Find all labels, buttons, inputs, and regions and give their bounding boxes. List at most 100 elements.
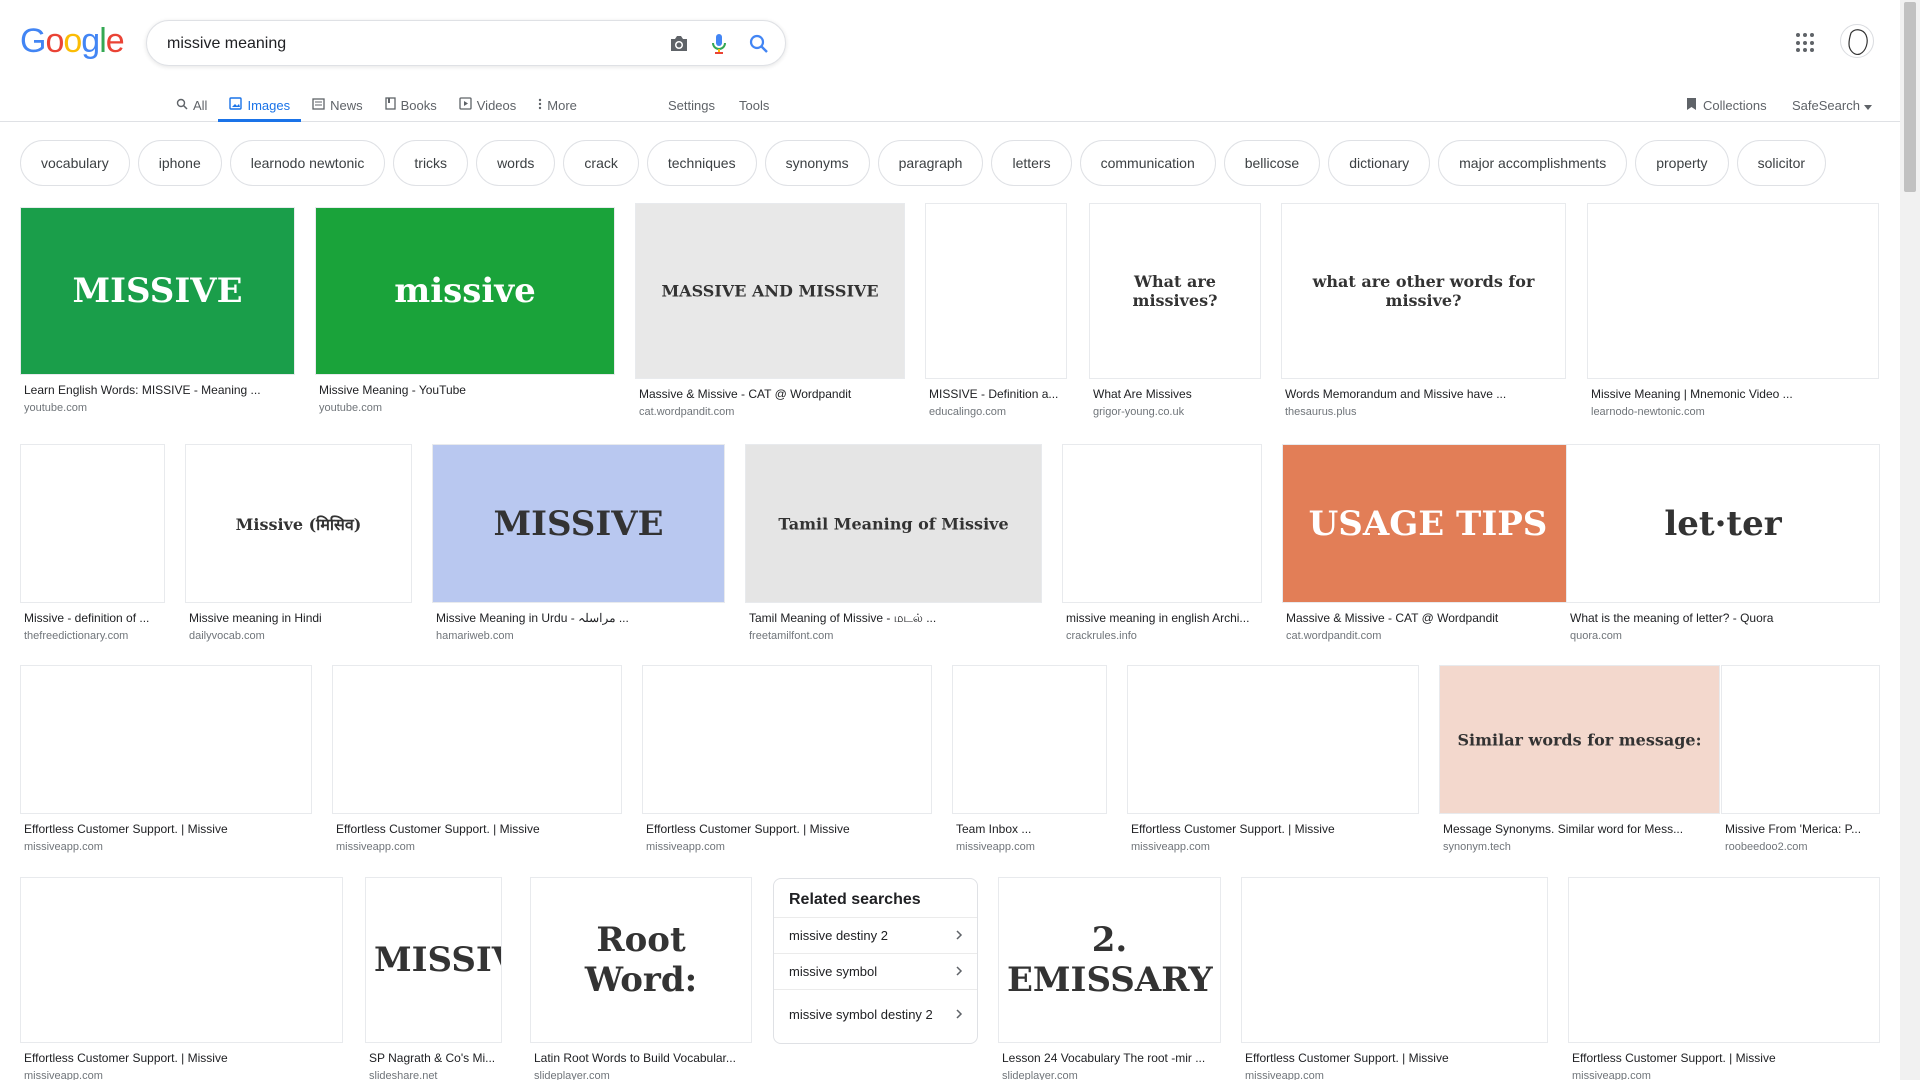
- result-title[interactable]: Missive Meaning | Mnemonic Video ...: [1591, 387, 1877, 401]
- image-thumbnail[interactable]: MISSIVE: [20, 207, 295, 375]
- image-thumbnail[interactable]: [952, 665, 1107, 814]
- result-title[interactable]: SP Nagrath & Co's Mi...: [369, 1051, 500, 1065]
- image-result[interactable]: Missive Meaning | Mnemonic Video ... lear…: [1587, 203, 1879, 429]
- image-thumbnail[interactable]: missive: [315, 207, 615, 375]
- image-thumbnail[interactable]: [642, 665, 932, 814]
- image-result[interactable]: Effortless Customer Support. | Missive mi…: [332, 665, 622, 864]
- result-title[interactable]: Words Memorandum and Missive have ...: [1285, 387, 1564, 401]
- settings-link[interactable]: Settings: [668, 88, 715, 122]
- image-thumbnail[interactable]: [1568, 877, 1880, 1043]
- result-title[interactable]: missive meaning in english Archi...: [1066, 611, 1260, 625]
- chip[interactable]: letters: [991, 140, 1072, 186]
- tab-videos[interactable]: Videos: [448, 88, 528, 122]
- search-icon[interactable]: [747, 32, 771, 56]
- tab-all[interactable]: All: [165, 88, 218, 122]
- image-result[interactable]: Effortless Customer Support. | Missive mi…: [20, 877, 343, 1080]
- image-thumbnail[interactable]: [20, 665, 312, 814]
- chip[interactable]: techniques: [646, 140, 757, 186]
- google-logo[interactable]: Google: [20, 22, 125, 61]
- image-result[interactable]: Effortless Customer Support. | Missive mi…: [1568, 877, 1880, 1080]
- image-result[interactable]: Effortless Customer Support. | Missive mi…: [642, 665, 932, 864]
- scrollbar[interactable]: [1900, 0, 1920, 1080]
- chip[interactable]: crack: [563, 140, 639, 186]
- safesearch-button[interactable]: SafeSearch: [1792, 88, 1872, 122]
- image-result[interactable]: 2. EMISSARY Lesson 24 Vocabulary The root…: [998, 877, 1221, 1080]
- result-title[interactable]: Effortless Customer Support. | Missive: [24, 1051, 341, 1065]
- chip[interactable]: major accomplishments: [1438, 140, 1628, 186]
- image-result[interactable]: Missive - definition of ... thefreedictio…: [20, 444, 165, 653]
- image-result[interactable]: Team Inbox ... missiveapp.com: [952, 665, 1107, 864]
- result-title[interactable]: Latin Root Words to Build Vocabular...: [534, 1051, 750, 1065]
- result-title[interactable]: Massive & Missive - CAT @ Wordpandit: [1286, 611, 1572, 625]
- apps-icon[interactable]: [1796, 33, 1816, 53]
- chip[interactable]: tricks: [393, 140, 469, 186]
- image-thumbnail[interactable]: Root Word:: [530, 877, 752, 1043]
- related-item[interactable]: missive destiny 2: [774, 917, 977, 953]
- tools-link[interactable]: Tools: [739, 88, 769, 122]
- image-thumbnail[interactable]: Missive (मिसिव): [185, 444, 412, 603]
- image-result[interactable]: MISSIVE Missive Meaning in Urdu - مراسلہ …: [432, 444, 725, 653]
- image-thumbnail[interactable]: let·ter: [1566, 444, 1880, 603]
- chip[interactable]: communication: [1079, 140, 1216, 186]
- image-thumbnail[interactable]: MISSIVE: [365, 877, 502, 1043]
- image-result[interactable]: MISSIVE Learn English Words: MISSIVE - Me…: [20, 207, 295, 425]
- result-title[interactable]: Massive & Missive - CAT @ Wordpandit: [639, 387, 903, 401]
- image-result[interactable]: Missive (मिसिव) Missive meaning in Hindi d…: [185, 444, 412, 653]
- image-result[interactable]: missive meaning in english Archi... crack…: [1062, 444, 1262, 653]
- related-item[interactable]: missive symbol destiny 2: [774, 989, 977, 1039]
- image-result[interactable]: Effortless Customer Support. | Missive mi…: [1127, 665, 1419, 864]
- image-thumbnail[interactable]: [20, 877, 343, 1043]
- result-title[interactable]: Message Synonyms. Similar word for Mess.…: [1443, 822, 1718, 836]
- camera-icon[interactable]: [667, 32, 691, 56]
- image-thumbnail[interactable]: [1127, 665, 1419, 814]
- result-title[interactable]: Lesson 24 Vocabulary The root -mir ...: [1002, 1051, 1219, 1065]
- image-result[interactable]: missive Missive Meaning - YouTube youtube.…: [315, 207, 615, 425]
- result-title[interactable]: Missive Meaning in Urdu - مراسلہ ...: [436, 611, 723, 625]
- image-result[interactable]: what are other words for missive? Words M…: [1281, 203, 1566, 429]
- tab-more[interactable]: More: [527, 88, 588, 122]
- image-thumbnail[interactable]: What are missives?: [1089, 203, 1261, 379]
- tab-images[interactable]: Images: [218, 88, 301, 122]
- chip[interactable]: synonyms: [764, 140, 870, 186]
- image-result[interactable]: Tamil Meaning of Missive Tamil Meaning of…: [745, 444, 1042, 653]
- image-thumbnail[interactable]: what are other words for missive?: [1281, 203, 1566, 379]
- result-title[interactable]: Learn English Words: MISSIVE - Meaning .…: [24, 383, 293, 397]
- result-title[interactable]: Missive From 'Merica: P...: [1725, 822, 1878, 836]
- avatar[interactable]: [1840, 24, 1874, 58]
- image-thumbnail[interactable]: MASSIVE AND MISSIVE: [635, 203, 905, 379]
- image-thumbnail[interactable]: 2. EMISSARY: [998, 877, 1221, 1043]
- chip[interactable]: property: [1635, 140, 1729, 186]
- result-title[interactable]: Team Inbox ...: [956, 822, 1105, 836]
- chip[interactable]: paragraph: [877, 140, 984, 186]
- result-title[interactable]: MISSIVE - Definition a...: [929, 387, 1065, 401]
- image-result[interactable]: USAGE TIPS Massive & Missive - CAT @ Word…: [1282, 444, 1574, 653]
- image-thumbnail[interactable]: [1241, 877, 1548, 1043]
- image-result[interactable]: let·ter What is the meaning of letter? - …: [1566, 444, 1880, 653]
- result-title[interactable]: What Are Missives: [1093, 387, 1259, 401]
- collections-button[interactable]: Collections: [1686, 88, 1767, 122]
- tab-books[interactable]: Books: [374, 88, 448, 122]
- image-result[interactable]: MASSIVE AND MISSIVE Massive & Missive - C…: [635, 203, 905, 429]
- image-thumbnail[interactable]: [925, 203, 1067, 379]
- result-title[interactable]: Effortless Customer Support. | Missive: [1131, 822, 1417, 836]
- search-input[interactable]: [167, 32, 627, 56]
- chip[interactable]: dictionary: [1328, 140, 1431, 186]
- image-thumbnail[interactable]: [20, 444, 165, 603]
- chip[interactable]: bellicose: [1223, 140, 1321, 186]
- image-thumbnail[interactable]: MISSIVE: [432, 444, 725, 603]
- result-title[interactable]: Missive - definition of ...: [24, 611, 163, 625]
- image-thumbnail[interactable]: Similar words for message:: [1439, 665, 1720, 814]
- image-thumbnail[interactable]: USAGE TIPS: [1282, 444, 1574, 603]
- result-title[interactable]: Effortless Customer Support. | Missive: [336, 822, 620, 836]
- image-result[interactable]: Root Word: Latin Root Words to Build Voca…: [530, 877, 752, 1080]
- result-title[interactable]: Effortless Customer Support. | Missive: [1245, 1051, 1546, 1065]
- result-title[interactable]: Effortless Customer Support. | Missive: [646, 822, 930, 836]
- search-box[interactable]: [146, 20, 786, 66]
- scrollbar-thumb[interactable]: [1904, 2, 1916, 192]
- result-title[interactable]: Effortless Customer Support. | Missive: [1572, 1051, 1878, 1065]
- result-title[interactable]: Effortless Customer Support. | Missive: [24, 822, 310, 836]
- chip[interactable]: learnodo newtonic: [229, 140, 386, 186]
- result-title[interactable]: Missive Meaning - YouTube: [319, 383, 613, 397]
- image-result[interactable]: MISSIVE - Definition a... educalingo.com: [925, 203, 1067, 429]
- image-result[interactable]: Effortless Customer Support. | Missive mi…: [20, 665, 312, 864]
